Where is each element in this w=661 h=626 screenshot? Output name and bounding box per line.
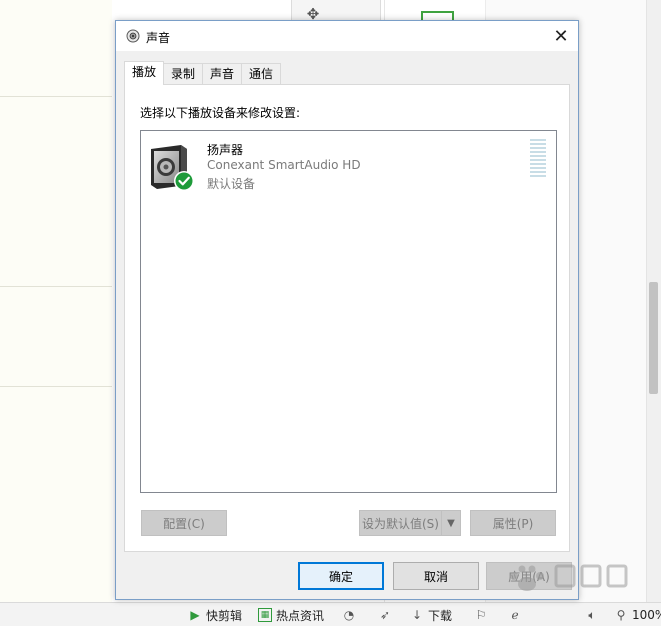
background-document-left — [0, 0, 112, 602]
background-divider — [0, 286, 112, 287]
rocket-icon: ➶ — [379, 608, 391, 622]
sound-dialog: 声音 ✕ 播放 录制 声音 通信 选择以下播放设备来修改设置: 扬声器 Cone… — [115, 20, 579, 600]
watermark-logo — [510, 564, 628, 591]
cancel-button[interactable]: 取消 — [393, 562, 479, 590]
close-icon: ✕ — [553, 25, 569, 47]
list-item[interactable]: 扬声器 Conexant SmartAudio HD 默认设备 — [141, 131, 556, 201]
check-icon — [174, 171, 194, 191]
zoom-level: 100% — [632, 608, 661, 622]
news-icon: ▦ — [258, 608, 272, 622]
zoom-icon: ⚲ — [616, 608, 626, 622]
speaker-icon — [151, 145, 194, 191]
background-divider — [0, 96, 112, 97]
statusbar-rocket-icon-item[interactable]: ➶ — [378, 607, 392, 623]
sound-icon — [126, 29, 140, 43]
volume-icon: 🔈︎ — [588, 608, 596, 622]
scrollbar-thumb[interactable] — [649, 282, 658, 394]
dialog-title: 声音 — [146, 31, 171, 45]
volume-level-meter — [530, 139, 546, 177]
statusbar-zoom[interactable]: ⚲ 100% — [614, 607, 661, 623]
device-description: Conexant SmartAudio HD — [207, 158, 361, 172]
set-default-dropdown[interactable]: ▼ — [441, 510, 461, 536]
statusbar-item-download[interactable]: ↓ 下载 — [410, 607, 452, 623]
device-status: 默认设备 — [207, 177, 256, 191]
instructions-label: 选择以下播放设备来修改设置: — [140, 106, 301, 120]
configure-button[interactable]: 配置(C) — [141, 510, 227, 536]
tab-bar: 播放 录制 声音 通信 — [124, 61, 282, 85]
tab-playback[interactable]: 播放 — [124, 61, 165, 85]
background-divider — [0, 386, 112, 387]
status-bar: ▶ 快剪辑 ▦ 热点资讯 ◔ ➶ ↓ 下载 ⚐ ℯ 🔈︎ ⚲ 100% — [0, 602, 661, 626]
flag-icon: ⚐ — [475, 608, 487, 622]
statusbar-item-label: 快剪辑 — [206, 608, 243, 623]
set-default-button[interactable]: 设为默认值(S) — [359, 510, 442, 536]
device-name: 扬声器 — [207, 143, 244, 157]
dialog-titlebar[interactable]: 声音 ✕ — [116, 21, 578, 51]
statusbar-browser-icon-item[interactable]: ℯ — [508, 607, 522, 623]
statusbar-volume-icon-item[interactable]: 🔈︎ — [585, 607, 599, 623]
browser-icon: ℯ — [511, 608, 519, 622]
play-icon: ▶ — [190, 608, 200, 622]
close-button[interactable]: ✕ — [544, 21, 578, 51]
tab-recording[interactable]: 录制 — [163, 63, 204, 85]
playback-device-list[interactable]: 扬声器 Conexant SmartAudio HD 默认设备 — [140, 130, 557, 493]
speed-icon: ◔ — [343, 608, 355, 622]
vertical-scrollbar[interactable] — [646, 0, 661, 602]
properties-button[interactable]: 属性(P) — [470, 510, 556, 536]
tab-communications[interactable]: 通信 — [241, 63, 282, 85]
statusbar-speed-icon-item[interactable]: ◔ — [342, 607, 356, 623]
statusbar-item-label: 热点资讯 — [276, 608, 325, 623]
statusbar-item-hot-news[interactable]: ▦ 热点资讯 — [258, 607, 324, 623]
download-icon: ↓ — [411, 608, 423, 622]
ok-button[interactable]: 确定 — [298, 562, 384, 590]
statusbar-item-quick-edit[interactable]: ▶ 快剪辑 — [188, 607, 242, 623]
statusbar-item-label: 下载 — [428, 608, 453, 623]
playback-tab-panel: 选择以下播放设备来修改设置: 扬声器 Conexant SmartAudio H… — [124, 84, 570, 552]
statusbar-flag-icon-item[interactable]: ⚐ — [474, 607, 488, 623]
tab-sounds[interactable]: 声音 — [202, 63, 243, 85]
chevron-down-icon: ▼ — [447, 517, 455, 529]
